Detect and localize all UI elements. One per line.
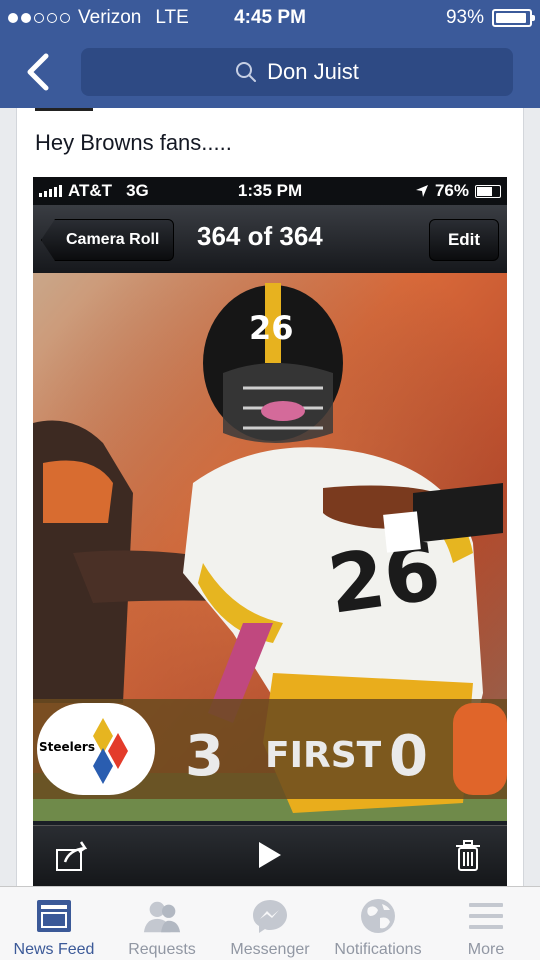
scoreboard-score-right: 0 <box>389 724 428 789</box>
edit-button: Edit <box>429 219 499 261</box>
scoreboard-quarter: FIRST <box>265 735 382 776</box>
search-text: Don Juist <box>267 59 359 84</box>
post-text: Hey Browns fans..... <box>35 130 232 155</box>
photo-battery-percent: 76% <box>434 181 469 200</box>
location-arrow-icon <box>415 185 428 197</box>
search-icon <box>236 62 257 82</box>
menu-icon <box>469 903 503 929</box>
tab-news-feed[interactable]: News Feed <box>0 887 108 960</box>
play-icon <box>259 842 281 868</box>
trash-icon <box>456 840 480 871</box>
tab-label: Notifications <box>334 941 422 958</box>
photo-counter: 364 of 364 <box>197 221 323 251</box>
tab-messenger[interactable]: Messenger <box>216 887 324 960</box>
photo-battery-icon <box>475 184 501 198</box>
battery-percent: 93% <box>445 7 484 28</box>
requests-icon <box>143 901 181 933</box>
photo-status-bar: AT&T 3G 1:35 PM 76% <box>33 177 507 205</box>
scoreboard-team-left: Steelers <box>39 740 95 754</box>
share-icon <box>56 841 88 871</box>
top-bar: Verizon LTE 4:45 PM 93% Don Juist <box>0 0 540 108</box>
news-feed-icon <box>37 900 71 932</box>
tab-requests[interactable]: Requests <box>108 887 216 960</box>
tab-label: News Feed <box>13 941 95 958</box>
tab-label: Requests <box>128 941 196 958</box>
svg-text:26: 26 <box>249 309 294 347</box>
status-bar: Verizon LTE 4:45 PM 93% <box>0 0 540 36</box>
photo-bottom-toolbar <box>33 825 507 886</box>
post-photo[interactable]: AT&T 3G 1:35 PM 76% Camera Roll 364 of 3… <box>33 177 507 886</box>
nav-bar: Don Juist <box>0 36 540 108</box>
search-bar[interactable]: Don Juist <box>81 48 513 96</box>
tab-label: Messenger <box>230 941 310 958</box>
battery-icon <box>492 9 535 27</box>
photo-toolbar: Camera Roll 364 of 364 Edit <box>33 205 507 273</box>
tab-label: More <box>467 941 505 958</box>
globe-icon <box>361 899 395 933</box>
tab-more[interactable]: More <box>432 887 540 960</box>
back-chevron-icon[interactable] <box>20 52 60 92</box>
tab-notifications[interactable]: Notifications <box>324 887 432 960</box>
camera-roll-button: Camera Roll <box>41 219 175 261</box>
tab-bar: News Feed Requests Messenger Notificatio… <box>0 886 540 960</box>
football-player-photo: 26 26 Steelers 3 FIRST 0 <box>33 273 507 821</box>
messenger-icon <box>253 900 287 933</box>
divider <box>35 108 93 111</box>
scoreboard-score-left: 3 <box>185 724 224 789</box>
